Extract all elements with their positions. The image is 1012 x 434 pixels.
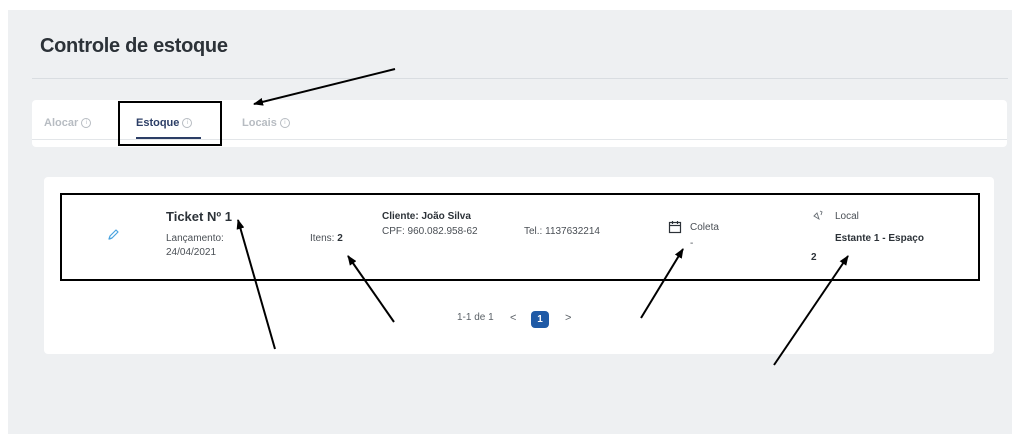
location-number: 2 xyxy=(811,252,817,263)
items-label: Itens: xyxy=(310,233,335,244)
items-value: 2 xyxy=(337,233,343,244)
launch-label: Lançamento: xyxy=(166,233,224,244)
header-divider xyxy=(32,78,1008,79)
location-label: Local xyxy=(835,211,859,222)
page-1-button[interactable]: 1 xyxy=(531,311,549,328)
client-cpf: CPF: 960.082.958-62 xyxy=(382,226,478,237)
tab-alocar[interactable]: Alocar i xyxy=(44,117,92,129)
launch-date: 24/04/2021 xyxy=(166,247,217,258)
pencil-icon[interactable] xyxy=(106,228,120,242)
info-icon: i xyxy=(279,118,290,128)
pickup-value: - xyxy=(690,238,694,249)
info-icon: i xyxy=(81,118,92,128)
tab-label: Locais xyxy=(242,117,277,129)
tab-locais[interactable]: Locais i xyxy=(242,117,290,129)
client-name: Cliente: João Silva xyxy=(382,211,471,222)
pickup-label: Coleta xyxy=(690,222,719,233)
tab-label: Alocar xyxy=(44,117,79,129)
calendar-icon xyxy=(668,221,682,234)
pagination-range: 1-1 de 1 xyxy=(457,312,494,323)
prev-page-button[interactable]: < xyxy=(510,312,516,324)
highlight-box-estoque-tab xyxy=(118,101,222,146)
ticket-title: Ticket Nº 1 xyxy=(166,209,232,224)
client-phone: Tel.: 1137632214 xyxy=(524,226,600,237)
page-title: Controle de estoque xyxy=(40,35,228,57)
location-icon xyxy=(813,210,823,221)
next-page-button[interactable]: > xyxy=(565,312,571,324)
items-count: Itens: 2 xyxy=(310,233,343,245)
location-value: Estante 1 - Espaço xyxy=(835,233,924,244)
